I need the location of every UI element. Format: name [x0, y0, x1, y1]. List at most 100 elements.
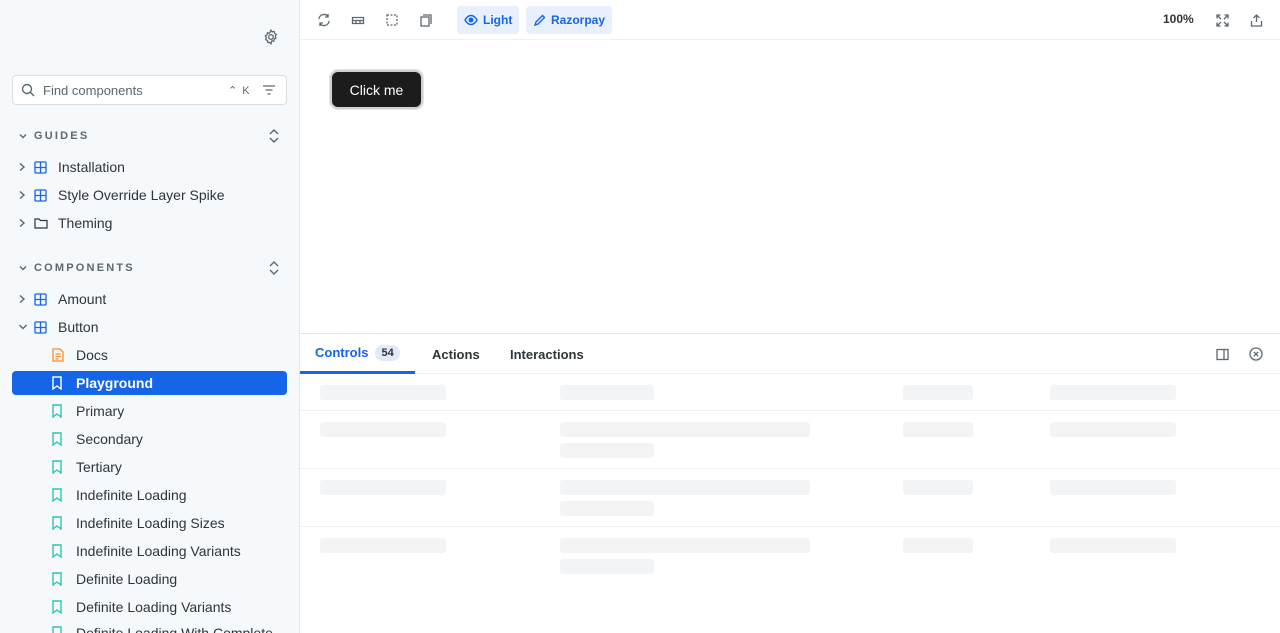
skeleton-bar — [1050, 385, 1176, 400]
skeleton-row — [300, 469, 1280, 527]
tree-item-indefinite-loading-sizes[interactable]: Indefinite Loading Sizes — [12, 511, 287, 535]
skeleton-bar — [560, 538, 810, 553]
tree-item-label: Button — [58, 319, 99, 335]
tree-item-label: Installation — [58, 159, 125, 175]
section-header-guides[interactable]: GUIDES — [12, 125, 287, 147]
tree-item-secondary[interactable]: Secondary — [12, 427, 287, 451]
skeleton-bar — [560, 385, 654, 400]
skeleton-bar — [320, 538, 446, 553]
bookmark-icon — [52, 376, 70, 390]
tab-controls[interactable]: Controls 54 — [300, 334, 415, 374]
search-input[interactable] — [43, 82, 228, 98]
tree-item-playground[interactable]: Playground — [12, 371, 287, 395]
tree-item-primary[interactable]: Primary — [12, 399, 287, 423]
share-icon[interactable] — [1244, 8, 1268, 32]
skeleton-bar — [320, 422, 446, 437]
bookmark-icon — [52, 544, 70, 558]
brand-label: Razorpay — [551, 13, 606, 27]
component-icon — [34, 160, 52, 174]
skeleton-bar — [560, 559, 654, 574]
remount-icon[interactable] — [312, 8, 336, 32]
tree-item-theming[interactable]: Theming — [12, 211, 287, 235]
bookmark-icon — [52, 572, 70, 586]
skeleton-bar — [903, 480, 973, 495]
close-panel-icon[interactable] — [1246, 344, 1266, 364]
tree-item-style-override[interactable]: Style Override Layer Spike — [12, 183, 287, 207]
expand-collapse-icon[interactable] — [261, 260, 287, 276]
tree-item-definite-loading-variants[interactable]: Definite Loading Variants — [12, 595, 287, 619]
tree-item-button[interactable]: Button — [12, 315, 287, 339]
tree-item-label: Theming — [58, 215, 113, 231]
theme-toggle-button[interactable]: Light — [457, 6, 520, 34]
eye-icon — [464, 14, 478, 26]
skeleton-bar — [560, 422, 810, 437]
tree-item-indefinite-loading[interactable]: Indefinite Loading — [12, 483, 287, 507]
bookmark-icon — [52, 460, 70, 474]
tree-item-label: Secondary — [76, 431, 143, 447]
brand-toggle-button[interactable]: Razorpay — [526, 6, 613, 34]
expand-collapse-icon[interactable] — [261, 128, 287, 144]
skeleton-bar — [903, 422, 973, 437]
chevron-down-icon — [12, 263, 34, 273]
addons-panel: Controls 54 Actions Interactions — [300, 333, 1280, 633]
tree-item-definite-loading-complete[interactable]: Definite Loading With Complete — [12, 621, 287, 633]
panel-orientation-icon[interactable] — [1212, 344, 1232, 364]
background-grid-icon[interactable] — [346, 8, 370, 32]
skeleton-row — [300, 374, 1280, 411]
skeleton-bar — [1050, 422, 1176, 437]
zoom-level[interactable]: 100% — [1163, 12, 1194, 26]
component-icon — [34, 292, 52, 306]
skeleton-bar — [903, 385, 973, 400]
tree-item-label: Indefinite Loading — [76, 487, 187, 503]
component-icon — [34, 320, 52, 334]
tree-item-tertiary[interactable]: Tertiary — [12, 455, 287, 479]
tree-item-definite-loading[interactable]: Definite Loading — [12, 567, 287, 591]
fullscreen-icon[interactable] — [1210, 8, 1234, 32]
sidebar: ⌃ K GUIDES Installation Style Override L… — [0, 0, 300, 633]
chevron-right-icon — [18, 218, 30, 228]
skeleton-bar — [1050, 480, 1176, 495]
tree-item-label: Definite Loading With Complete — [76, 625, 273, 633]
bookmark-icon — [52, 432, 70, 446]
tree-item-label: Playground — [76, 375, 154, 391]
tab-label: Controls — [315, 345, 369, 360]
settings-gear-icon[interactable] — [259, 25, 283, 49]
tab-label: Actions — [432, 346, 480, 362]
panel-tabs: Controls 54 Actions Interactions — [300, 334, 1280, 374]
toolbar: Light Razorpay 100% — [300, 0, 1280, 40]
tree-item-label: Amount — [58, 291, 107, 307]
search-box[interactable]: ⌃ K — [12, 75, 287, 105]
tree-item-label: Tertiary — [76, 459, 122, 475]
tree-item-docs[interactable]: Docs — [12, 343, 287, 367]
skeleton-bar — [560, 480, 810, 495]
section-title: GUIDES — [34, 130, 90, 142]
click-me-button[interactable]: Click me — [330, 70, 423, 109]
outline-icon[interactable] — [380, 8, 404, 32]
controls-count-badge: 54 — [375, 344, 400, 361]
tree-item-amount[interactable]: Amount — [12, 287, 287, 311]
skeleton-bar — [320, 385, 446, 400]
tree-item-label: Primary — [76, 403, 125, 419]
brush-icon — [533, 14, 546, 26]
filter-icon[interactable] — [254, 84, 284, 96]
skeleton-bar — [560, 501, 654, 516]
section-title: COMPONENTS — [34, 262, 135, 274]
tab-actions[interactable]: Actions — [432, 334, 480, 374]
component-icon — [34, 188, 52, 202]
skeleton-bar — [560, 443, 654, 458]
bookmark-icon — [52, 600, 70, 614]
theme-label: Light — [483, 13, 513, 27]
section-header-components[interactable]: COMPONENTS — [12, 257, 287, 279]
skeleton-bar — [320, 480, 446, 495]
tree-item-indefinite-loading-variants[interactable]: Indefinite Loading Variants — [12, 539, 287, 563]
tree-item-installation[interactable]: Installation — [12, 155, 287, 179]
chevron-right-icon — [18, 162, 30, 172]
tab-interactions[interactable]: Interactions — [510, 334, 584, 374]
bookmark-icon — [52, 516, 70, 530]
measure-icon[interactable] — [414, 8, 438, 32]
chevron-right-icon — [18, 294, 30, 304]
tree-item-label: Definite Loading Variants — [76, 599, 232, 615]
chevron-right-icon — [18, 190, 30, 200]
tree-item-label: Indefinite Loading Variants — [76, 543, 241, 559]
skeleton-row — [300, 527, 1280, 585]
